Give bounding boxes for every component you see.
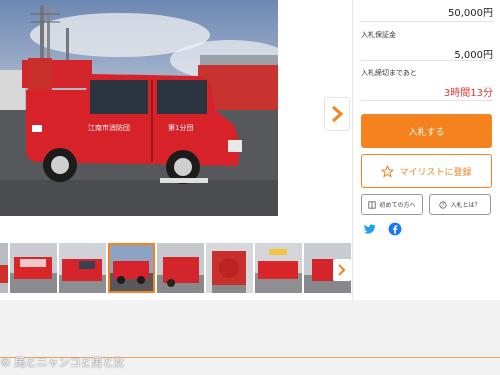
thumbnail[interactable] xyxy=(157,243,204,293)
truck-unit-text: 第1分団 xyxy=(168,123,193,132)
facebook-icon[interactable] xyxy=(388,222,402,236)
chevron-right-icon xyxy=(332,105,343,123)
help-circle-icon: ? xyxy=(439,200,448,209)
thumbnail-next-button[interactable] xyxy=(333,259,351,281)
thumbnail[interactable] xyxy=(59,243,106,293)
first-time-label: 初めての方へ xyxy=(379,202,416,209)
chevron-right-icon xyxy=(338,264,346,276)
bid-panel: 50,000円 入札保証金 5,000円 入札締切まであと 3時間13分 入札す… xyxy=(352,0,500,300)
divider xyxy=(361,100,493,101)
current-price-row: 50,000円 xyxy=(361,4,493,19)
thumbnail[interactable] xyxy=(0,243,8,293)
watermark: © 馬とニャンコと男と女 xyxy=(0,356,125,369)
divider xyxy=(361,21,493,22)
deadline-value: 3時間13分 xyxy=(443,88,493,99)
star-icon xyxy=(381,164,395,178)
main-photo[interactable]: 江南市消防団 第1分団 xyxy=(0,0,278,216)
image-gallery: 江南市消防団 第1分団 xyxy=(0,0,352,300)
deposit-value: 5,000円 xyxy=(454,50,493,61)
twitter-icon[interactable] xyxy=(362,222,376,236)
book-icon xyxy=(368,200,377,209)
deposit-row: 入札保証金 5,000円 xyxy=(361,30,493,61)
divider xyxy=(361,60,493,61)
what-is-bid-button[interactable]: ? 入札とは？ xyxy=(429,194,491,215)
mylist-label: マイリストに登録 xyxy=(399,167,472,178)
thumbnail-selected[interactable] xyxy=(108,243,155,293)
deposit-label: 入札保証金 xyxy=(361,31,396,39)
thumbnail[interactable] xyxy=(255,243,302,293)
next-image-button[interactable] xyxy=(324,97,350,131)
deadline-label: 入札締切まであと xyxy=(361,69,417,77)
current-price-value: 50,000円 xyxy=(448,8,493,19)
thumbnail[interactable] xyxy=(206,243,253,293)
first-time-button[interactable]: 初めての方へ xyxy=(361,194,423,215)
deadline-row: 入札締切まであと 3時間13分 xyxy=(361,68,493,99)
truck-door-text: 江南市消防団 xyxy=(88,123,130,132)
mylist-button[interactable]: マイリストに登録 xyxy=(361,154,492,188)
thumbnail[interactable] xyxy=(10,243,57,293)
what-is-bid-label: 入札とは？ xyxy=(450,202,481,209)
thumbnail-strip xyxy=(0,243,352,295)
auction-page: 江南市消防団 第1分団 50,000円 入札保証金 5,000円 入札締切まであ… xyxy=(0,0,500,375)
bid-button[interactable]: 入札する xyxy=(361,114,492,148)
